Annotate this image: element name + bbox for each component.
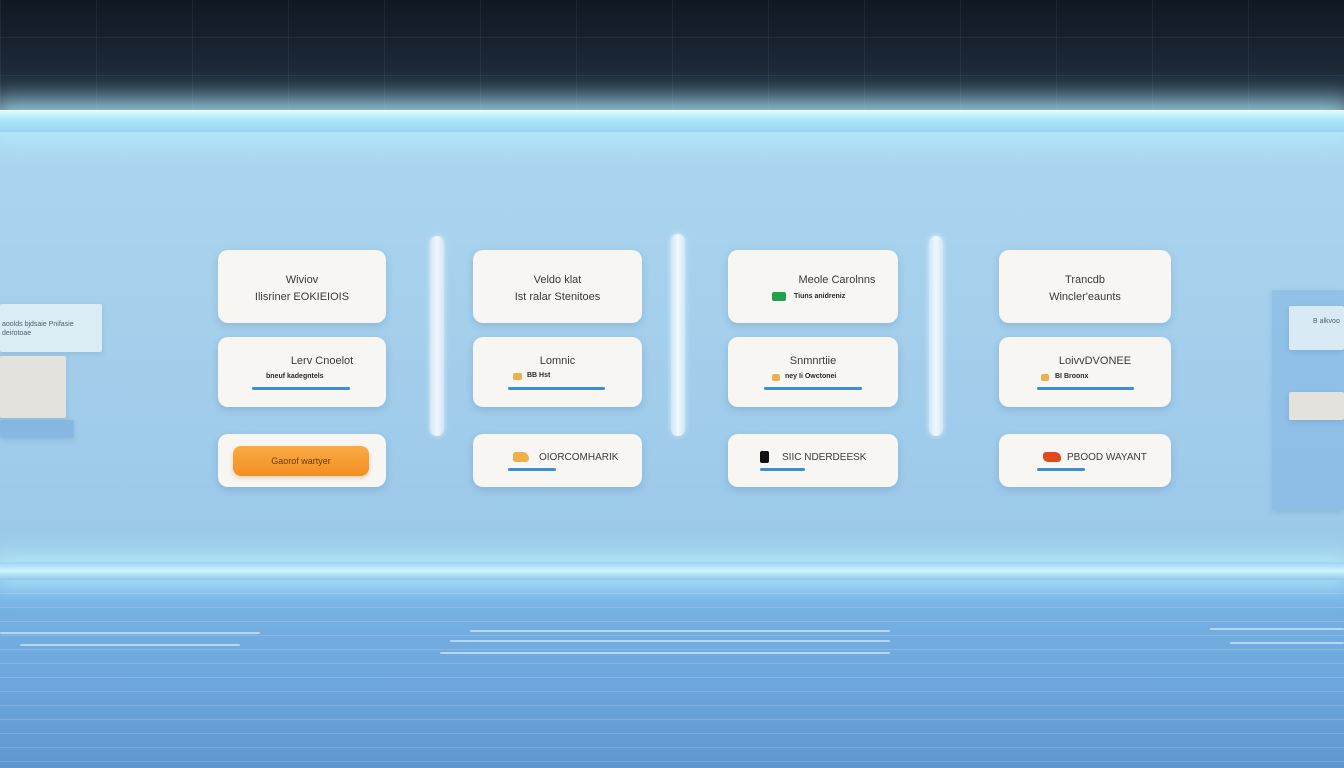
column-3-top-card[interactable]: Meole Carolnns Tiuns anidreniz	[728, 250, 898, 323]
card-title: Meole Carolnns	[798, 274, 876, 286]
primary-action-label: Gaorof wartyer	[271, 456, 331, 466]
ceiling-grid	[0, 0, 1344, 112]
column-1-top-card[interactable]: Wiviov Ilisriner EOKIEIOIS	[218, 250, 386, 323]
card-progress-bar	[1037, 387, 1134, 390]
column-4-bottom-card[interactable]: PBOOD WAYANT	[999, 434, 1171, 487]
card-label: BI Broonx	[1055, 373, 1089, 380]
primary-action-button[interactable]: Gaorof wartyer	[233, 446, 369, 476]
left-edge-screen	[0, 356, 66, 418]
action-label: SIIC NDERDEESK	[782, 452, 867, 463]
card-progress-bar	[252, 387, 350, 390]
card-subtitle: Ist ralar Stenitoes	[514, 291, 601, 303]
card-underline-bar	[508, 468, 556, 471]
card-label: ney Ii Owctonei	[785, 373, 837, 380]
column-2-top-card[interactable]: Veldo klat Ist ralar Stenitoes	[473, 250, 642, 323]
green-status-icon	[772, 292, 786, 301]
scene: aoolds bjdsaie Pnifasie deirotoae B alkv…	[0, 0, 1344, 768]
floor-light-streak	[440, 652, 890, 654]
action-label: OIORCOMHARIK	[539, 452, 619, 463]
yellow-tag-icon	[1041, 374, 1049, 381]
column-divider	[430, 236, 444, 436]
floor-light-streak	[1230, 642, 1344, 644]
card-underline-bar	[1037, 468, 1085, 471]
action-label: PBOOD WAYANT	[1067, 452, 1147, 463]
card-title: Snmnrtiie	[789, 355, 837, 367]
card-title: Lerv Cnoelot	[290, 355, 354, 367]
card-subtitle: Ilisriner EOKIEIOIS	[254, 291, 350, 303]
card-progress-bar	[764, 387, 862, 390]
column-2-middle-card[interactable]: Lomnic BB Hst	[473, 337, 642, 407]
floor-light-streak	[0, 632, 260, 634]
column-3-middle-card[interactable]: Snmnrtiie ney Ii Owctonei	[728, 337, 898, 407]
floor-light-streak	[1210, 628, 1344, 630]
card-progress-bar	[508, 387, 605, 390]
column-divider	[671, 234, 685, 436]
card-label: BB Hst	[527, 372, 551, 379]
left-edge-screen-frame	[0, 420, 74, 438]
card-title: Veldo klat	[533, 274, 582, 286]
column-2-bottom-card[interactable]: OIORCOMHARIK	[473, 434, 642, 487]
column-3-bottom-card[interactable]: SIIC NDERDEESK	[728, 434, 898, 487]
floor-lines	[0, 580, 1344, 768]
column-4-middle-card[interactable]: LoivvDVONEE BI Broonx	[999, 337, 1171, 407]
floor-light-streak	[470, 630, 890, 632]
right-edge-panel-text: B alkvoo	[1313, 318, 1340, 325]
bottom-light-strip	[0, 562, 1344, 580]
card-subtitle: Wincler'eaunts	[1049, 291, 1121, 303]
left-edge-panel[interactable]: aoolds bjdsaie Pnifasie deirotoae	[0, 304, 102, 352]
column-1-middle-card[interactable]: Lerv Cnoelot bneuf kadegntels	[218, 337, 386, 407]
floor-light-streak	[20, 644, 240, 646]
column-4-top-card[interactable]: Trancdb Wincler'eaunts	[999, 250, 1171, 323]
floor-light-streak	[450, 640, 890, 642]
card-title: Lomnic	[539, 355, 576, 367]
card-label: bneuf kadegntels	[266, 373, 324, 380]
right-edge-panel[interactable]: B alkvoo	[1289, 306, 1344, 350]
black-status-icon	[760, 451, 769, 463]
yellow-tag-icon	[772, 374, 780, 381]
card-underline-bar	[760, 468, 805, 471]
column-divider	[929, 236, 943, 436]
card-label: Tiuns anidreniz	[794, 293, 846, 300]
right-edge-screen	[1289, 392, 1344, 420]
card-title: LoivvDVONEE	[1058, 355, 1132, 367]
red-status-icon	[1043, 452, 1061, 462]
yellow-tag-icon	[513, 373, 522, 380]
card-title: Wiviov	[285, 274, 319, 286]
card-title: Trancdb	[1065, 274, 1105, 286]
yellow-status-icon	[513, 452, 529, 462]
column-1-bottom-card: Gaorof wartyer	[218, 434, 386, 487]
top-light-strip	[0, 110, 1344, 132]
left-edge-panel-text: aoolds bjdsaie Pnifasie deirotoae	[2, 321, 74, 337]
